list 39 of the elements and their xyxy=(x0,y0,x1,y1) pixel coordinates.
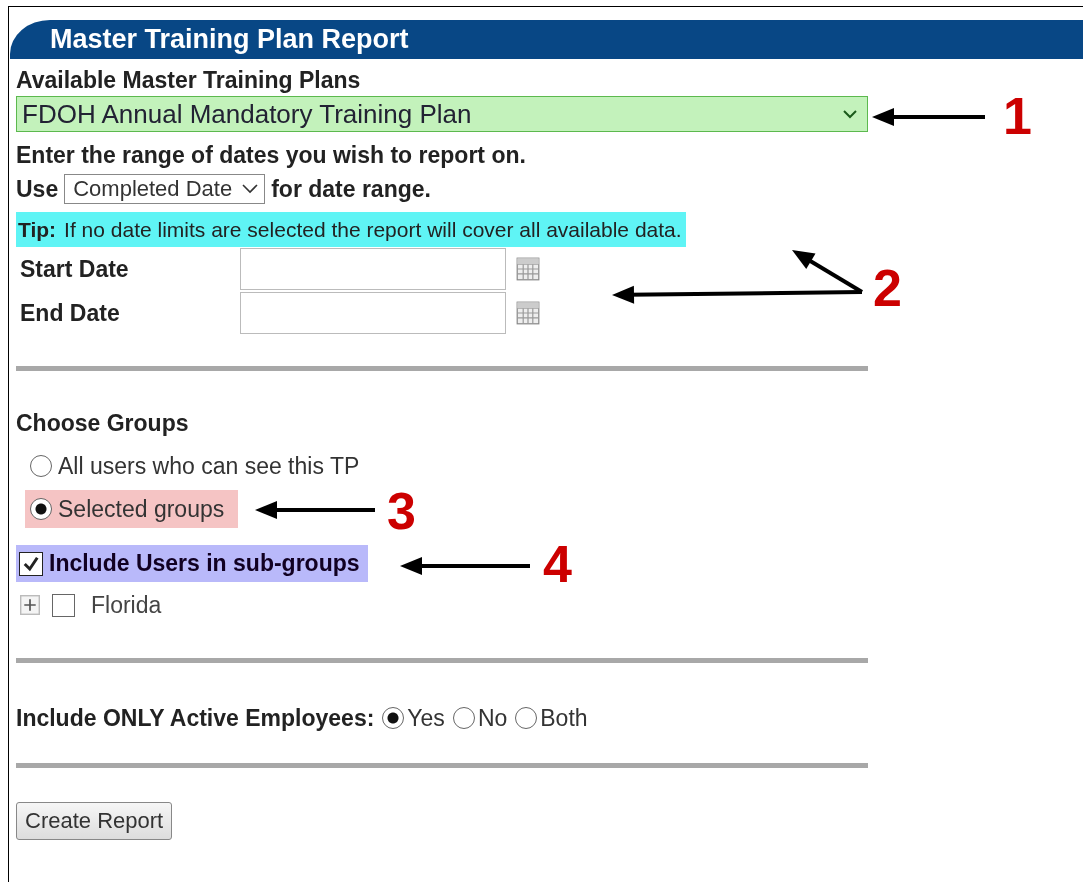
report-title: Master Training Plan Report xyxy=(50,24,409,55)
date-basis-dropdown[interactable]: Completed Date xyxy=(64,174,266,204)
radio-button[interactable] xyxy=(30,455,52,477)
radio-button[interactable] xyxy=(515,707,538,729)
checkbox[interactable] xyxy=(19,551,43,576)
date-label: End Date xyxy=(19,299,121,327)
active-employees-label: Include ONLY Active Employees: xyxy=(16,704,375,732)
tree-item[interactable]: Florida xyxy=(91,591,162,619)
radio-label: Yes xyxy=(407,704,445,732)
calendar-icon[interactable] xyxy=(516,257,540,281)
plans-label: Available Master Training Plans xyxy=(16,67,361,93)
radio-label: Both xyxy=(540,704,588,732)
radio-label: All users who can see this TP xyxy=(58,452,360,480)
use-label: Use xyxy=(16,175,59,203)
callout-number: 2 xyxy=(873,262,902,314)
radio-button[interactable] xyxy=(382,707,405,729)
checkbox[interactable] xyxy=(52,593,75,617)
callout-number: 3 xyxy=(387,485,416,537)
radio-label: No xyxy=(477,704,508,732)
tip-text: If no date limits are selected the report will cover all available data. xyxy=(64,217,682,242)
create-report-button[interactable]: Create Report xyxy=(16,802,173,840)
chevron-down-icon xyxy=(843,109,857,119)
date-label: Start Date xyxy=(19,255,130,283)
date-input[interactable] xyxy=(240,292,506,334)
tip-label: Tip: xyxy=(18,217,57,242)
expand-icon[interactable] xyxy=(20,595,40,615)
subgroups-label: Include Users in sub-groups xyxy=(49,550,360,577)
radio-button[interactable] xyxy=(30,498,52,520)
chevron-down-icon xyxy=(242,184,259,194)
callout-number: 1 xyxy=(1003,90,1032,142)
plan-dropdown[interactable]: FDOH Annual Mandatory Training Plan xyxy=(16,96,868,132)
date-input[interactable] xyxy=(240,248,506,290)
calendar-icon[interactable] xyxy=(516,301,540,325)
radio-label: Selected groups xyxy=(58,495,225,523)
radio-button[interactable] xyxy=(452,707,475,729)
callout-number: 4 xyxy=(543,538,572,590)
date-range-instruction: Enter the range of dates you wish to report on. xyxy=(16,142,526,168)
date-range-suffix: for date range. xyxy=(271,175,431,203)
groups-title: Choose Groups xyxy=(16,411,189,435)
